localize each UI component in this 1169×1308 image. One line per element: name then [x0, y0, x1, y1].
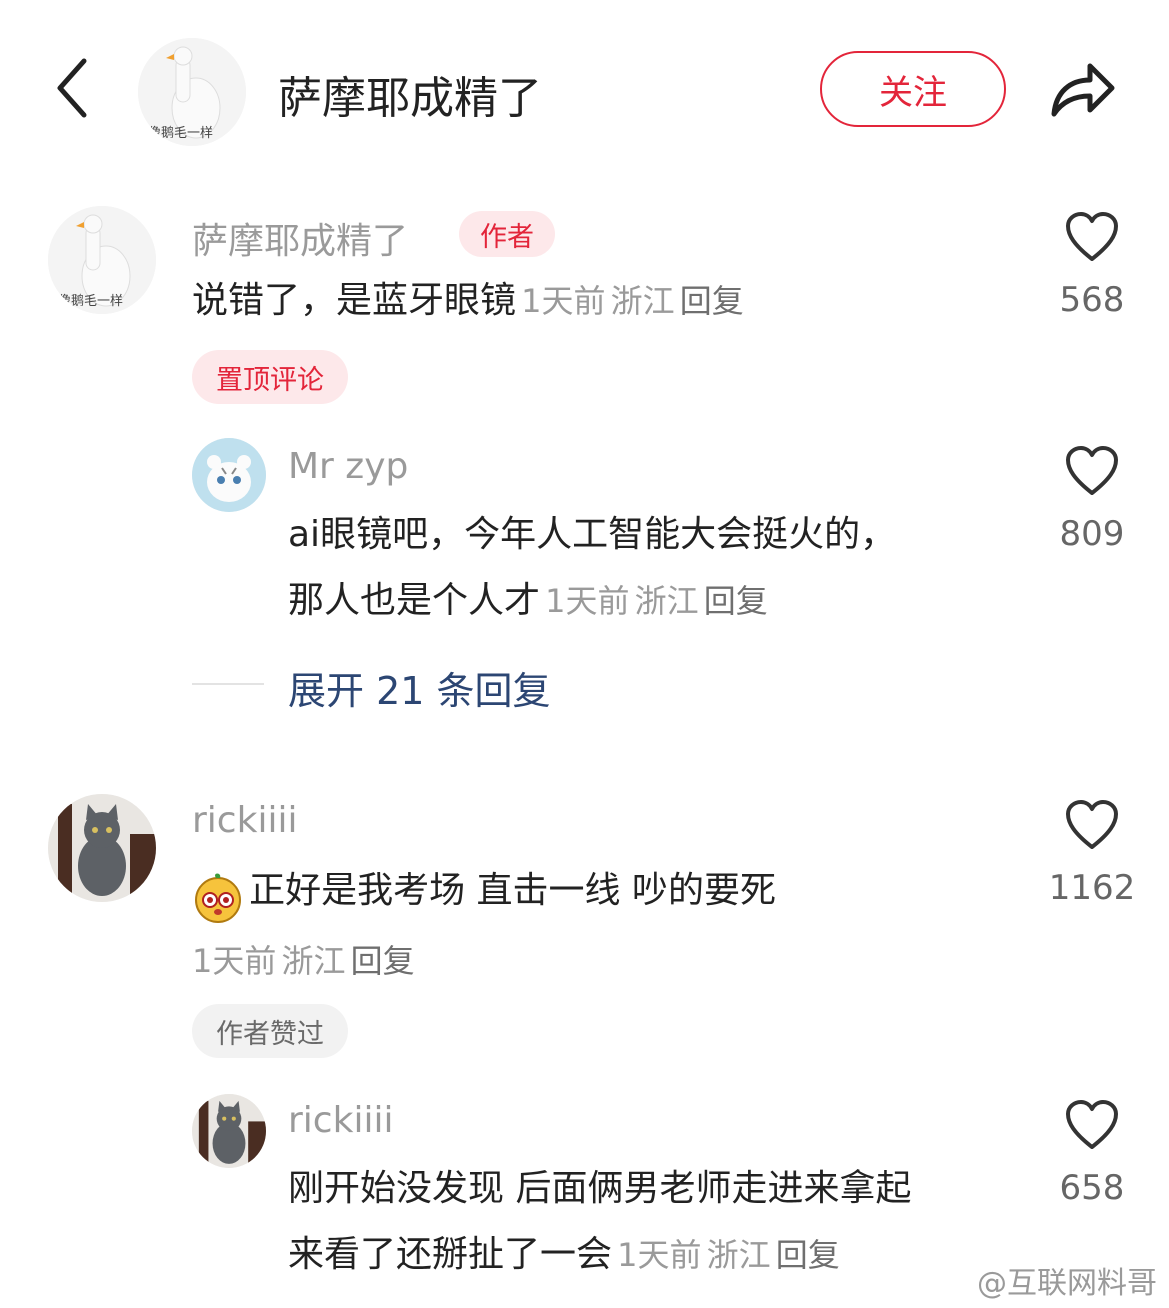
commenter-avatar[interactable]: 像鹅毛一样	[48, 206, 156, 314]
comment-location: 浙江	[634, 582, 699, 620]
commenter-avatar[interactable]	[192, 438, 266, 512]
chevron-left-icon	[57, 58, 87, 118]
comment-location: 浙江	[610, 282, 675, 320]
comment-text: 刚开始没发现 后面俩男老师走进来拿起	[288, 1168, 912, 1209]
divider	[192, 683, 264, 685]
comment-time: 1天前	[192, 942, 277, 980]
comment-row: 说错了，是蓝牙眼镜 1天前 浙江 回复	[192, 268, 744, 334]
tiger-avatar-image	[192, 438, 266, 512]
commenter-avatar[interactable]	[192, 1094, 266, 1168]
comment-row: 来看了还掰扯了一会 1天前 浙江 回复	[288, 1222, 840, 1288]
page-title: 萨摩耶成精了	[278, 73, 542, 124]
heart-icon	[1066, 800, 1118, 849]
like-button[interactable]	[1064, 1099, 1120, 1151]
like-button[interactable]	[1064, 799, 1120, 851]
like-count: 809	[1059, 514, 1125, 554]
comment-location: 浙江	[706, 1236, 771, 1274]
header-avatar[interactable]: 像鹅毛一样	[138, 38, 246, 146]
comment-username[interactable]: rickiiii	[288, 1100, 393, 1141]
follow-button[interactable]: 关注	[820, 51, 1006, 127]
back-button[interactable]	[48, 55, 98, 121]
like-count: 1162	[1048, 868, 1136, 908]
like-count: 658	[1059, 1168, 1125, 1208]
cat-avatar-image	[48, 794, 156, 902]
heart-icon	[1066, 212, 1118, 261]
comment-username[interactable]: rickiiii	[192, 800, 297, 841]
comment-meta: 1天前 浙江 回复	[192, 936, 415, 982]
heart-icon	[1066, 446, 1118, 495]
author-liked-tag: 作者赞过	[192, 1004, 348, 1058]
cat-avatar-image	[192, 1094, 266, 1168]
comment-username[interactable]: 萨摩耶成精了	[192, 212, 408, 264]
pinned-comment-tag: 置顶评论	[192, 350, 348, 404]
share-button[interactable]	[1046, 56, 1118, 122]
comment-row: 那人也是个人才 1天前 浙江 回复	[288, 568, 768, 634]
reply-button[interactable]: 回复	[776, 1236, 840, 1274]
emoji-sticker-icon	[195, 873, 241, 923]
avatar-caption: 像鹅毛一样	[148, 126, 214, 141]
watermark: @互联网料哥	[977, 1266, 1157, 1301]
comment-time: 1天前	[545, 582, 630, 620]
comment-time: 1天前	[521, 282, 606, 320]
comment-row: 正好是我考场 直击一线 吵的要死	[192, 858, 776, 924]
share-arrow-icon	[1051, 63, 1115, 117]
reply-button[interactable]: 回复	[680, 282, 744, 320]
like-count: 568	[1059, 280, 1125, 320]
comment-text: 来看了还掰扯了一会	[288, 1234, 613, 1275]
like-button[interactable]	[1064, 445, 1120, 497]
reply-button[interactable]: 回复	[351, 942, 415, 980]
reply-button[interactable]: 回复	[704, 582, 768, 620]
comment-text: 正好是我考场 直击一线 吵的要死	[249, 870, 776, 911]
comment-location: 浙江	[281, 942, 346, 980]
heart-icon	[1066, 1100, 1118, 1149]
comment-text: ai眼镜吧，今年人工智能大会挺火的，	[288, 514, 897, 555]
expand-replies-button[interactable]: 展开 21 条回复	[288, 660, 551, 715]
comment-time: 1天前	[617, 1236, 702, 1274]
comment-text: 说错了，是蓝牙眼镜	[192, 280, 517, 321]
comment-username[interactable]: Mr zyp	[288, 446, 408, 487]
like-button[interactable]	[1064, 211, 1120, 263]
author-badge: 作者	[459, 211, 555, 257]
avatar-caption: 像鹅毛一样	[58, 294, 124, 309]
comment-text: 那人也是个人才	[288, 580, 541, 621]
commenter-avatar[interactable]	[48, 794, 156, 902]
